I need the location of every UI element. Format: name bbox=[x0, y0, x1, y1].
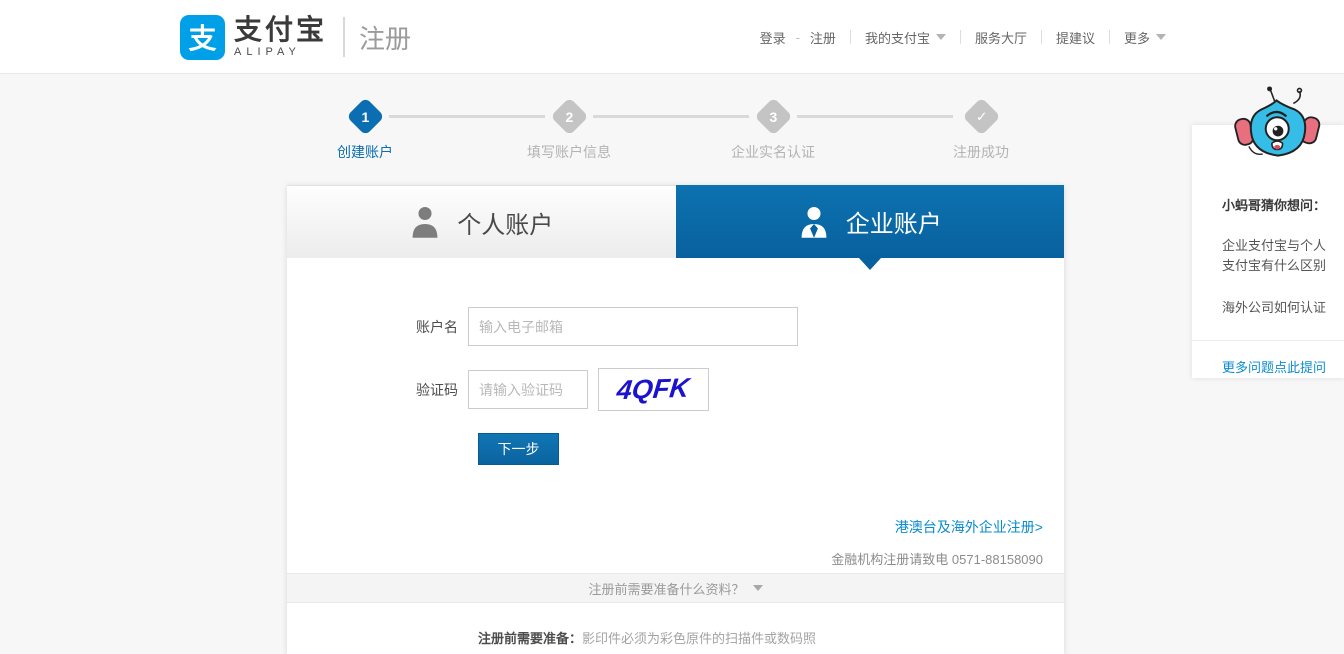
step-marker-check-icon: ✓ bbox=[961, 97, 1001, 136]
prepare-details-title: 注册前需要准备： bbox=[478, 631, 583, 646]
finance-phone-note: 金融机构注册请致电 0571-88158090 bbox=[831, 552, 1043, 567]
prepare-details: 注册前需要准备：影印件必须为彩色原件的扫描件或数码照 bbox=[478, 628, 816, 647]
nav-my-alipay-link[interactable]: 我的支付宝 bbox=[865, 28, 946, 47]
captcha-image[interactable]: 4QFK bbox=[598, 368, 709, 411]
active-tab-pointer bbox=[859, 258, 881, 270]
step-marker: 2 bbox=[549, 97, 589, 136]
nav-register-link[interactable]: 注册 bbox=[810, 28, 836, 47]
account-email-input[interactable] bbox=[468, 307, 798, 346]
progress-steps: 1 创建账户 2 填写账户信息 3 企业实名认证 ✓ 注册成功 bbox=[287, 97, 1064, 162]
chevron-down-icon bbox=[935, 34, 946, 40]
step-registration-success: ✓ 注册成功 bbox=[921, 97, 1041, 162]
logo-character: 支 bbox=[188, 23, 217, 54]
next-step-button[interactable]: 下一步 bbox=[478, 433, 559, 465]
registration-card: 个人账户 企业账户 账户名 验证码 4QFK 下一步 港澳台及海外企业注册> 金… bbox=[287, 185, 1064, 654]
nav-my-alipay-label: 我的支付宝 bbox=[864, 30, 930, 46]
side-links: 港澳台及海外企业注册> 金融机构注册请致电 0571-88158090 bbox=[831, 517, 1043, 568]
nav-separator bbox=[1040, 30, 1042, 44]
step-label: 填写账户信息 bbox=[527, 144, 611, 160]
person-icon bbox=[409, 205, 441, 239]
brand-name-cn: 支付宝 bbox=[234, 14, 328, 45]
step-label: 企业实名认证 bbox=[731, 144, 815, 160]
tab-personal-account[interactable]: 个人账户 bbox=[287, 185, 676, 258]
step-label: 注册成功 bbox=[953, 144, 1009, 160]
prepare-materials-toggle[interactable]: 注册前需要准备什么资料？ bbox=[287, 573, 1064, 603]
helper-more-link[interactable]: 更多问题点此提问 bbox=[1222, 357, 1326, 376]
step-number: 1 bbox=[361, 108, 369, 125]
brand-text: 支付宝 ALIPAY bbox=[234, 14, 328, 59]
page-title: 注册 bbox=[359, 23, 412, 54]
step-fill-account-info: 2 填写账户信息 bbox=[509, 97, 629, 162]
chevron-down-icon bbox=[1156, 34, 1166, 40]
top-nav: 登录 - 注册 我的支付宝 服务大厅 提建议 更多 bbox=[760, 28, 1166, 47]
prepare-details-desc: 影印件必须为彩色原件的扫描件或数码照 bbox=[582, 631, 817, 646]
step-marker: 3 bbox=[753, 97, 793, 136]
helper-question-overseas[interactable]: 海外公司如何认证 bbox=[1222, 298, 1334, 318]
nav-dash: - bbox=[795, 29, 800, 45]
nav-more-link[interactable]: 更多 bbox=[1124, 28, 1166, 47]
prepare-question-label: 注册前需要准备什么资料？ bbox=[588, 581, 745, 597]
step-number: 2 bbox=[565, 108, 573, 125]
step-label: 创建账户 bbox=[337, 144, 393, 160]
header: 支 支付宝 ALIPAY 注册 登录 - 注册 我的支付宝 服务大厅 提建议 更… bbox=[0, 0, 1344, 74]
nav-separator bbox=[1108, 30, 1110, 44]
nav-more-label: 更多 bbox=[1123, 30, 1150, 46]
account-name-label: 账户名 bbox=[416, 318, 458, 335]
nav-separator bbox=[849, 30, 851, 44]
account-type-tabs: 个人账户 企业账户 bbox=[287, 185, 1064, 270]
business-person-icon bbox=[798, 205, 830, 239]
tab-personal-label: 个人账户 bbox=[457, 211, 554, 239]
brand-name-en: ALIPAY bbox=[234, 46, 301, 58]
step-number: 3 bbox=[769, 108, 777, 125]
captcha-label: 验证码 bbox=[416, 381, 458, 398]
nav-login-link[interactable]: 登录 bbox=[760, 28, 786, 47]
robot-mascot-icon bbox=[1232, 84, 1324, 172]
step-enterprise-verification: 3 企业实名认证 bbox=[713, 97, 833, 162]
helper-divider bbox=[1192, 340, 1344, 341]
step-create-account: 1 创建账户 bbox=[305, 97, 425, 162]
nav-service-hall-link[interactable]: 服务大厅 bbox=[975, 28, 1027, 47]
brand-divider bbox=[343, 17, 346, 57]
captcha-image-text: 4QFK bbox=[615, 372, 692, 406]
nav-suggestions-link[interactable]: 提建议 bbox=[1056, 28, 1095, 47]
chevron-down-icon bbox=[752, 585, 763, 591]
alipay-logo-icon: 支 bbox=[180, 14, 225, 60]
tab-enterprise-label: 企业账户 bbox=[845, 211, 942, 238]
step-check: ✓ bbox=[975, 107, 987, 124]
helper-title: 小蚂哥猜你想问： bbox=[1222, 198, 1327, 213]
account-name-row: 账户名 bbox=[287, 307, 798, 346]
step-marker: 1 bbox=[345, 97, 385, 136]
brand: 支 支付宝 ALIPAY 注册 bbox=[180, 14, 412, 60]
overseas-register-link[interactable]: 港澳台及海外企业注册> bbox=[895, 519, 1043, 535]
captcha-row: 验证码 4QFK bbox=[287, 368, 709, 411]
helper-question-difference[interactable]: 企业支付宝与个人支付宝有什么区别 bbox=[1222, 236, 1334, 276]
captcha-input[interactable] bbox=[468, 370, 588, 409]
tab-enterprise-account[interactable]: 企业账户 bbox=[675, 185, 1064, 258]
nav-separator bbox=[959, 30, 961, 44]
